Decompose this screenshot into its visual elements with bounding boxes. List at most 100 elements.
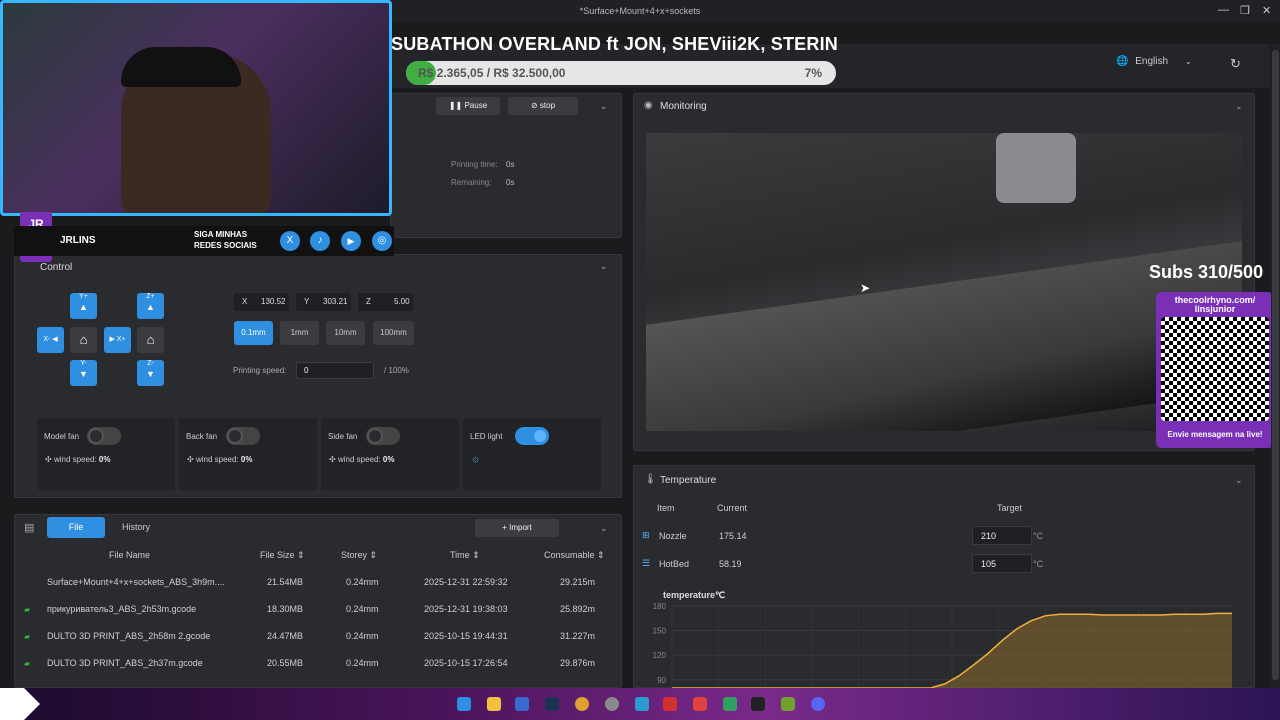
stop-label: stop [539,101,556,110]
back-fan-label: Back fan [186,432,218,441]
windows-start-icon[interactable] [457,697,471,711]
wind-speed-value: 0% [382,455,395,464]
chevron-down-icon[interactable]: ⌄ [600,101,608,112]
close-icon[interactable]: ✕ [1262,4,1271,17]
chevron-down-icon[interactable]: ⌄ [600,523,608,534]
fan-icon: ✣ [187,455,196,464]
temp-column-current: Current [717,503,748,513]
wind-speed-row: ✣ wind speed: 0% [329,455,394,464]
jog-y-plus-button[interactable]: Y+ ▲ [70,293,97,319]
globe-icon: 🌐 [1116,56,1129,67]
side-fan-toggle[interactable] [366,427,400,445]
home-z-button[interactable]: ⌂ [137,327,164,353]
column-file-size-label: File Size [260,550,295,560]
column-storey[interactable]: Storey ⇕ [341,550,377,561]
column-time[interactable]: Time ⇕ [450,550,480,561]
nozzle-current: 175.14 [719,531,747,541]
home-xy-button[interactable]: ⌂ [70,327,97,353]
language-selector[interactable]: 🌐 English ⌄ [1116,56,1192,67]
app-icon[interactable] [635,697,649,711]
pause-button[interactable]: ❚❚ Pause [436,97,500,115]
table-row[interactable]: Surface+Mount+4+x+sockets_ABS_3h9m.... 2… [14,568,622,594]
led-light-toggle[interactable] [515,427,549,445]
obs-icon[interactable] [605,697,619,711]
file-time: 2025-10-15 19:44:31 [424,631,508,641]
app-icon[interactable] [781,697,795,711]
wind-speed-row: ✣ wind speed: 0% [45,455,110,464]
file-time: 2025-12-31 19:38:03 [424,604,508,614]
table-row[interactable]: ▰ прикуриватель3_ABS_2h53m.gcode 18.30MB… [14,595,622,621]
printing-speed-label: Printing speed: [233,366,287,375]
jog-x-plus-button[interactable]: ▶ X+ [104,327,131,353]
jog-z-minus-button[interactable]: Z- ▼ [137,360,164,386]
streamer-cap [121,47,241,87]
sort-icon: ⇕ [369,550,378,560]
import-button[interactable]: + Import [475,519,559,537]
jog-x-minus-button[interactable]: X- ◀ [37,327,64,353]
file-size: 21.54MB [267,577,304,587]
jog-y-minus-button[interactable]: Y- ▼ [70,360,97,386]
wind-speed-label: wind speed: [337,455,381,464]
stop-button[interactable]: ⊘ stop [508,97,578,115]
subs-counter: Subs 310/500 [1149,262,1264,282]
file-name: Surface+Mount+4+x+sockets_ABS_3h9m.... [47,577,225,587]
home-icon: ⌂ [79,332,88,347]
step-1mm-button[interactable]: 1mm [280,321,319,345]
chrome-icon[interactable] [575,697,589,711]
step-100mm-button[interactable]: 100mm [373,321,414,345]
app-icon[interactable] [723,697,737,711]
file-storey: 0.24mm [346,631,379,641]
table-row[interactable]: ▰ DULTO 3D PRINT_ABS_2h58m 2.gcode 24.47… [14,622,622,648]
hotbed-target-input[interactable]: 105 [972,554,1032,573]
nozzle-target-input[interactable]: 210 [972,526,1032,545]
wind-speed-label: wind speed: [195,455,239,464]
hotbed-icon: ☰ [642,558,651,568]
file-explorer-icon[interactable] [487,697,501,711]
qr-url-2: linsjunior [1194,304,1236,314]
streamer-name: JRLINS [60,235,96,246]
nozzle-unit: °C [1033,531,1044,541]
light-bulb-icon: ☼ [471,454,481,465]
back-fan-toggle[interactable] [226,427,260,445]
minimize-icon[interactable]: — [1218,4,1229,16]
y-tick-label: 120 [653,651,667,660]
chevron-down-icon[interactable]: ⌄ [1235,101,1243,112]
column-file-name[interactable]: File Name [109,550,150,560]
step-0-1mm-button[interactable]: 0.1mm [234,321,273,345]
tab-history[interactable]: History [122,522,150,532]
coord-x-value: 130.52 [261,297,286,306]
discord-icon[interactable] [811,697,825,711]
jog-z-plus-button[interactable]: Z+ ▲ [137,293,164,319]
social-text-1: SIGA MINHAS [194,230,248,239]
table-row[interactable]: ▰ DULTO 3D PRINT_ABS_2h37m.gcode 20.55MB… [14,649,622,675]
app-icon[interactable] [515,697,529,711]
scrollbar[interactable] [1271,44,1280,688]
tab-file[interactable]: File [47,517,105,538]
refresh-icon[interactable]: ↻ [1230,56,1241,72]
terminal-icon[interactable] [751,697,765,711]
column-file-size[interactable]: File Size ⇕ [260,550,305,561]
scrollbar-thumb[interactable] [1272,50,1279,680]
jog-label: X- [43,336,51,343]
chevron-down-icon[interactable]: ⌄ [600,261,608,272]
jog-label: Z+ [146,293,155,300]
maximize-icon[interactable]: ❐ [1240,4,1250,17]
remaining-label: Remaining: [451,178,492,187]
column-time-label: Time [450,550,470,560]
file-consumable: 31.227m [560,631,596,641]
taskbar [0,688,1280,720]
coord-y-value: 303.21 [323,297,348,306]
side-fan-card: Side fan ✣ wind speed: 0% [321,418,459,490]
printing-speed-input[interactable]: 0 [296,362,374,379]
model-fan-card: Model fan ✣ wind speed: 0% [37,418,175,490]
import-label: Import [509,523,532,532]
temp-column-item: Item [657,503,675,513]
chevron-down-icon[interactable]: ⌄ [1235,475,1243,486]
app-icon[interactable] [663,697,677,711]
model-fan-toggle[interactable] [87,427,121,445]
app-icon[interactable] [693,697,707,711]
step-10mm-button[interactable]: 10mm [326,321,365,345]
column-consumable[interactable]: Consumable ⇕ [544,550,605,561]
nozzle-icon: ⊞ [642,530,650,540]
steam-icon[interactable] [545,697,559,711]
